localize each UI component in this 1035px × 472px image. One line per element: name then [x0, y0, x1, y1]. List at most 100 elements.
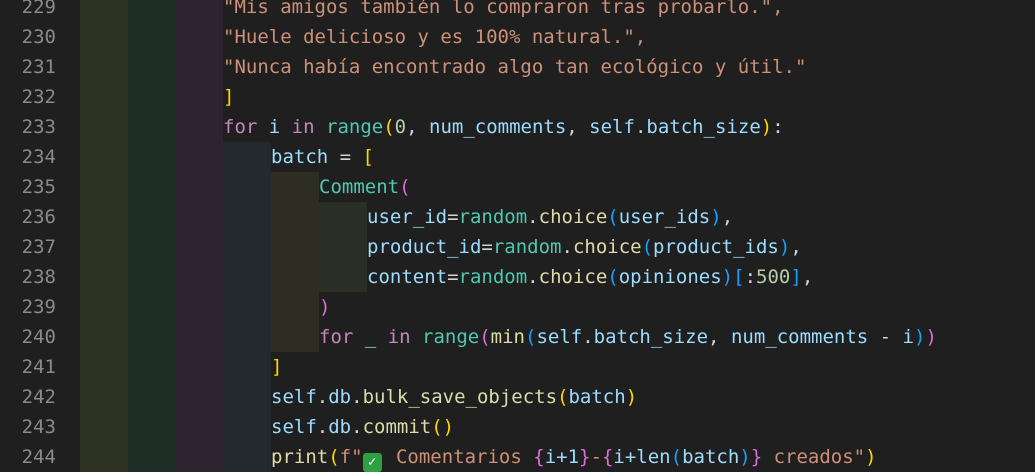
code-line[interactable]: 229 "Mis amigos también lo compraron tras…	[0, 0, 1035, 22]
code-token: .	[582, 326, 594, 348]
line-number: 232	[21, 86, 56, 108]
code-token: f"	[339, 446, 363, 468]
code-line[interactable]: 242 self.db.bulk_save_objects(batch)	[0, 382, 1035, 412]
code-token: (	[524, 326, 537, 348]
code-editor[interactable]: 229 "Mis amigos también lo compraron tras…	[0, 0, 1035, 472]
code-token: user_ids	[618, 206, 711, 228]
code-line[interactable]: 234 batch = [	[0, 142, 1035, 172]
code-token: for	[223, 116, 258, 138]
line-number: 240	[21, 326, 56, 348]
code-token: batch_size	[646, 116, 761, 138]
code-token: =	[447, 206, 459, 228]
code-token: (	[670, 446, 683, 468]
code-token: .	[351, 416, 363, 438]
code-token: ,	[566, 116, 590, 138]
code-token: product_ids	[653, 236, 779, 258]
code-token: "Nunca había encontrado algo tan ecológi…	[223, 56, 807, 78]
line-code: for _ in range(min(self.batch_size, num_…	[319, 322, 937, 352]
code-token: (	[607, 206, 619, 228]
code-token: ,	[721, 206, 734, 228]
code-line[interactable]: 240 for _ in range(min(self.batch_size, n…	[0, 322, 1035, 352]
code-token: ()	[431, 416, 455, 438]
line-code: user_id=random.choice(user_ids),	[367, 202, 733, 232]
code-line[interactable]: 238 content=random.choice(opiniones)[:500…	[0, 262, 1035, 292]
line-number: 242	[21, 386, 56, 408]
code-token: (	[607, 266, 619, 288]
line-number: 237	[21, 236, 56, 258]
line-number: 229	[21, 0, 56, 18]
code-token: .	[351, 386, 363, 408]
line-number: 238	[21, 266, 56, 288]
code-token: self	[589, 116, 635, 138]
code-token: self	[271, 416, 317, 438]
code-token: self	[536, 326, 583, 348]
code-token: batch	[271, 146, 329, 168]
code-line[interactable]: 231 "Nunca había encontrado algo tan ecol…	[0, 52, 1035, 82]
code-token: ]	[223, 86, 235, 108]
line-code: content=random.choice(opiniones)[:500],	[367, 262, 813, 292]
code-token: ,	[801, 266, 814, 288]
code-line[interactable]: 244 print(f" ✓ Comentarios {i+1}-{i+len(ba…	[0, 442, 1035, 472]
code-line[interactable]: 235 Comment(	[0, 172, 1035, 202]
code-token: (	[557, 386, 569, 408]
code-token: opiniones	[618, 266, 722, 288]
code-line[interactable]: 232]	[0, 82, 1035, 112]
line-code: "Mis amigos también lo compraron tras pr…	[223, 0, 784, 22]
code-token: choice	[538, 206, 608, 228]
code-token: 500	[756, 266, 791, 288]
code-token: in	[387, 326, 411, 348]
code-token: ]	[790, 266, 802, 288]
line-number: 234	[21, 146, 56, 168]
code-line[interactable]: 236 user_id=random.choice(user_ids),	[0, 202, 1035, 232]
code-line[interactable]: 230 "Huele delicioso y es 100% natural.",	[0, 22, 1035, 52]
code-line[interactable]: 237 product_id=random.choice(product_ids)…	[0, 232, 1035, 262]
code-token: range	[422, 326, 480, 348]
code-token: bulk_save_objects	[362, 386, 558, 408]
code-token: random	[492, 236, 562, 258]
code-line[interactable]: 241]	[0, 352, 1035, 382]
line-code: "Huele delicioso y es 100% natural.",	[223, 22, 646, 52]
line-code: print(f" ✓ Comentarios {i+1}-{i+len(batch…	[271, 442, 877, 472]
code-token: "Mis amigos también lo compraron tras pr…	[223, 0, 784, 18]
code-token: =	[481, 236, 493, 258]
code-token: )	[925, 326, 937, 348]
line-code: batch = [	[271, 142, 374, 172]
code-token: num_comments	[730, 326, 869, 348]
code-token: _	[353, 326, 388, 348]
code-token: )	[778, 236, 791, 258]
line-number: 236	[21, 206, 56, 228]
code-line[interactable]: 239)	[0, 292, 1035, 322]
code-token: )	[914, 326, 926, 348]
code-token: Comentarios	[384, 446, 534, 468]
code-token: )	[625, 386, 638, 408]
line-number: 235	[21, 176, 56, 198]
code-line[interactable]: 243 self.db.commit()	[0, 412, 1035, 442]
code-token: ,	[708, 326, 731, 348]
code-token: min	[490, 326, 525, 348]
code-token: )	[865, 446, 877, 468]
code-token: .	[561, 236, 573, 258]
code-line[interactable]: 233 for i in range(0, num_comments, self.…	[0, 112, 1035, 142]
line-code: ]	[271, 352, 282, 382]
code-token: choice	[572, 236, 642, 258]
code-token: )	[739, 446, 751, 468]
code-token: .	[316, 416, 329, 438]
code-token: for	[319, 326, 354, 348]
code-token: i+1	[544, 446, 580, 468]
line-code: for i in range(0, num_comments, self.bat…	[223, 112, 784, 142]
code-token: }	[750, 446, 763, 468]
code-token: self	[271, 386, 317, 408]
code-token: in	[291, 116, 315, 138]
line-number: 244	[21, 446, 56, 468]
code-token: commit	[362, 416, 432, 438]
line-code: "Nunca había encontrado algo tan ecológi…	[223, 52, 806, 82]
line-number: 239	[21, 296, 56, 318]
code-token: product_id	[367, 236, 482, 258]
code-token: 0	[394, 116, 407, 138]
code-token: -	[868, 326, 903, 348]
code-token: batch_size	[593, 326, 709, 348]
code-token: .	[527, 266, 539, 288]
line-number: 231	[21, 56, 56, 78]
code-token: -	[590, 446, 602, 468]
